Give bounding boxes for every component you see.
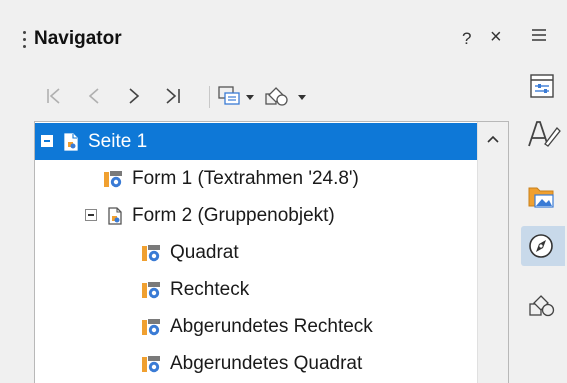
shape-icon [142, 245, 160, 262]
page-icon [64, 133, 78, 151]
sidebar-menu-icon [532, 29, 546, 41]
drag-mode-icon [218, 86, 254, 105]
grip-handle-icon[interactable] [23, 31, 27, 55]
shape-icon [142, 356, 160, 373]
next-element-icon [129, 88, 140, 104]
tree-item-label: Form 2 (Gruppenobjekt) [132, 205, 335, 226]
scroll-up-button[interactable] [486, 132, 500, 150]
tree-item-label: Seite 1 [88, 131, 148, 152]
tree-item[interactable]: Abgerundetes Quadrat [35, 345, 479, 382]
close-button[interactable]: × [490, 26, 502, 48]
previous-element-button[interactable] [84, 82, 104, 110]
navigator-toolbar [38, 82, 338, 112]
sidebar-deck [517, 0, 567, 383]
last-element-button[interactable] [162, 82, 186, 110]
tree-item-label: Quadrat [170, 242, 239, 263]
tree-item[interactable]: Abgerundetes Rechteck [35, 308, 479, 345]
next-element-button[interactable] [124, 82, 144, 110]
chevron-up-icon [487, 135, 499, 143]
sidebar-styles-button[interactable] [521, 114, 565, 154]
tree-item-label: Form 1 (Textrahmen '24.8') [132, 168, 359, 189]
shapes-icon [265, 87, 306, 106]
collapse-toggle-icon[interactable] [41, 135, 53, 147]
panel-titlebar: Navigator ? × [0, 0, 517, 60]
tree-item[interactable]: Form 1 (Textrahmen '24.8') [35, 160, 479, 197]
gallery-icon [528, 187, 554, 208]
navigator-panel: Navigator ? × Seite 1 Form 1 (Textrahmen… [0, 0, 517, 383]
vertical-scrollbar[interactable] [477, 122, 508, 383]
navigator-tree[interactable]: Seite 1 Form 1 (Textrahmen '24.8') Form 2 … [34, 121, 509, 383]
navigator-icon [529, 234, 553, 258]
properties-icon [530, 74, 554, 98]
shapes-dropdown-button[interactable] [263, 82, 315, 110]
sidebar-menu-button[interactable] [521, 16, 565, 56]
shape-icon [142, 282, 160, 299]
sidebar-shapes-button[interactable] [521, 286, 565, 326]
sidebar-gallery-button[interactable] [521, 176, 565, 216]
shape-icon [104, 171, 122, 188]
first-element-icon [47, 88, 60, 104]
shapes-icon [529, 295, 555, 317]
tree-item[interactable]: Form 2 (Gruppenobjekt) [35, 197, 479, 234]
page-icon [108, 207, 122, 225]
styles-icon [528, 121, 561, 147]
tree-item[interactable]: Seite 1 [35, 123, 479, 160]
tree-item[interactable]: Quadrat [35, 234, 479, 271]
collapse-toggle-icon[interactable] [85, 209, 97, 221]
tree-item-label: Abgerundetes Rechteck [170, 316, 373, 337]
tree-item-label: Abgerundetes Quadrat [170, 353, 363, 374]
last-element-icon [166, 88, 180, 104]
first-element-button[interactable] [44, 82, 64, 110]
help-button[interactable]: ? [462, 28, 471, 50]
sidebar-navigator-button[interactable] [521, 226, 565, 266]
previous-element-icon [88, 88, 99, 104]
tree-item-label: Rechteck [170, 279, 250, 300]
sidebar-properties-button[interactable] [521, 66, 565, 106]
shape-icon [142, 319, 160, 336]
toolbar-separator [209, 86, 210, 108]
panel-title: Navigator [34, 28, 122, 49]
tree-item[interactable]: Rechteck [35, 271, 479, 308]
drag-mode-button[interactable] [216, 82, 260, 110]
